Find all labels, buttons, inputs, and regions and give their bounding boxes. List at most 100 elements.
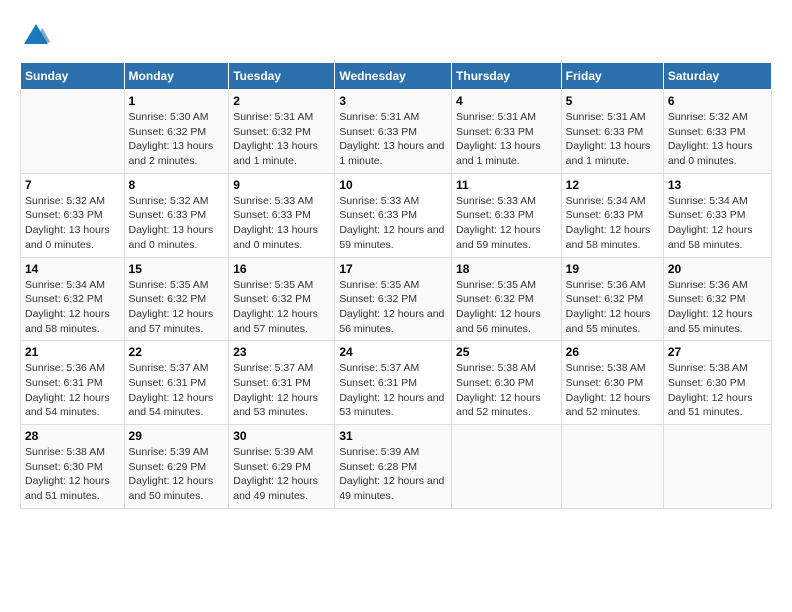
sunset-text: Sunset: 6:33 PM [668,208,767,223]
day-cell: 2Sunrise: 5:31 AMSunset: 6:32 PMDaylight… [229,90,335,174]
daylight-text: Daylight: 13 hours and 1 minute. [233,139,330,168]
day-info: Sunrise: 5:34 AMSunset: 6:33 PMDaylight:… [566,194,659,253]
sunset-text: Sunset: 6:33 PM [566,125,659,140]
sunset-text: Sunset: 6:30 PM [668,376,767,391]
day-number: 9 [233,178,330,192]
header-friday: Friday [561,63,663,90]
sunset-text: Sunset: 6:29 PM [129,460,225,475]
daylight-text: Daylight: 12 hours and 50 minutes. [129,474,225,503]
sunrise-text: Sunrise: 5:35 AM [456,278,557,293]
sunrise-text: Sunrise: 5:38 AM [25,445,120,460]
day-info: Sunrise: 5:39 AMSunset: 6:29 PMDaylight:… [233,445,330,504]
day-info: Sunrise: 5:37 AMSunset: 6:31 PMDaylight:… [233,361,330,420]
calendar-header-row: SundayMondayTuesdayWednesdayThursdayFrid… [21,63,772,90]
day-info: Sunrise: 5:38 AMSunset: 6:30 PMDaylight:… [566,361,659,420]
day-cell [663,425,771,509]
day-info: Sunrise: 5:36 AMSunset: 6:31 PMDaylight:… [25,361,120,420]
day-info: Sunrise: 5:37 AMSunset: 6:31 PMDaylight:… [129,361,225,420]
daylight-text: Daylight: 12 hours and 49 minutes. [339,474,447,503]
sunset-text: Sunset: 6:33 PM [566,208,659,223]
day-cell: 17Sunrise: 5:35 AMSunset: 6:32 PMDayligh… [335,257,452,341]
day-info: Sunrise: 5:35 AMSunset: 6:32 PMDaylight:… [456,278,557,337]
day-number: 29 [129,429,225,443]
day-info: Sunrise: 5:38 AMSunset: 6:30 PMDaylight:… [668,361,767,420]
sunrise-text: Sunrise: 5:38 AM [668,361,767,376]
day-info: Sunrise: 5:30 AMSunset: 6:32 PMDaylight:… [129,110,225,169]
sunrise-text: Sunrise: 5:35 AM [129,278,225,293]
day-number: 12 [566,178,659,192]
daylight-text: Daylight: 12 hours and 51 minutes. [668,391,767,420]
day-cell: 18Sunrise: 5:35 AMSunset: 6:32 PMDayligh… [452,257,562,341]
daylight-text: Daylight: 12 hours and 59 minutes. [339,223,447,252]
day-number: 28 [25,429,120,443]
day-info: Sunrise: 5:32 AMSunset: 6:33 PMDaylight:… [668,110,767,169]
daylight-text: Daylight: 12 hours and 57 minutes. [129,307,225,336]
sunset-text: Sunset: 6:31 PM [129,376,225,391]
sunrise-text: Sunrise: 5:39 AM [339,445,447,460]
header-tuesday: Tuesday [229,63,335,90]
day-cell: 7Sunrise: 5:32 AMSunset: 6:33 PMDaylight… [21,173,125,257]
daylight-text: Daylight: 12 hours and 54 minutes. [129,391,225,420]
daylight-text: Daylight: 12 hours and 57 minutes. [233,307,330,336]
day-cell: 16Sunrise: 5:35 AMSunset: 6:32 PMDayligh… [229,257,335,341]
day-number: 31 [339,429,447,443]
daylight-text: Daylight: 12 hours and 58 minutes. [25,307,120,336]
day-info: Sunrise: 5:34 AMSunset: 6:33 PMDaylight:… [668,194,767,253]
day-info: Sunrise: 5:32 AMSunset: 6:33 PMDaylight:… [129,194,225,253]
day-cell: 28 Sunrise: 5:38 AMSunset: 6:30 PMDayligh… [21,425,125,509]
daylight-text: Daylight: 12 hours and 53 minutes. [339,391,447,420]
daylight-text: Daylight: 12 hours and 59 minutes. [456,223,557,252]
sunrise-text: Sunrise: 5:36 AM [668,278,767,293]
daylight-text: Daylight: 13 hours and 0 minutes. [129,223,225,252]
day-cell: 12 Sunrise: 5:34 AMSunset: 6:33 PMDayligh… [561,173,663,257]
logo-icon [20,20,52,52]
day-cell [452,425,562,509]
day-cell: 9 Sunrise: 5:33 AMSunset: 6:33 PMDaylight… [229,173,335,257]
sunset-text: Sunset: 6:32 PM [668,292,767,307]
day-number: 11 [456,178,557,192]
sunset-text: Sunset: 6:32 PM [456,292,557,307]
day-cell: 8Sunrise: 5:32 AMSunset: 6:33 PMDaylight… [124,173,229,257]
day-cell: 22Sunrise: 5:37 AMSunset: 6:31 PMDayligh… [124,341,229,425]
day-cell: 27Sunrise: 5:38 AMSunset: 6:30 PMDayligh… [663,341,771,425]
sunset-text: Sunset: 6:28 PM [339,460,447,475]
sunrise-text: Sunrise: 5:30 AM [129,110,225,125]
day-info: Sunrise: 5:35 AMSunset: 6:32 PMDaylight:… [233,278,330,337]
day-info: Sunrise: 5:34 AMSunset: 6:32 PMDaylight:… [25,278,120,337]
day-number: 6 [668,94,767,108]
day-number: 10 [339,178,447,192]
week-row-2: 7Sunrise: 5:32 AMSunset: 6:33 PMDaylight… [21,173,772,257]
daylight-text: Daylight: 13 hours and 0 minutes. [233,223,330,252]
day-info: Sunrise: 5:38 AMSunset: 6:30 PMDaylight:… [25,445,120,504]
day-number: 15 [129,262,225,276]
day-info: Sunrise: 5:33 AMSunset: 6:33 PMDaylight:… [339,194,447,253]
day-cell: 3Sunrise: 5:31 AMSunset: 6:33 PMDaylight… [335,90,452,174]
day-info: Sunrise: 5:38 AMSunset: 6:30 PMDaylight:… [456,361,557,420]
daylight-text: Daylight: 12 hours and 51 minutes. [25,474,120,503]
sunset-text: Sunset: 6:32 PM [129,125,225,140]
sunset-text: Sunset: 6:29 PM [233,460,330,475]
sunset-text: Sunset: 6:30 PM [456,376,557,391]
sunrise-text: Sunrise: 5:35 AM [233,278,330,293]
day-info: Sunrise: 5:39 AMSunset: 6:29 PMDaylight:… [129,445,225,504]
sunrise-text: Sunrise: 5:38 AM [456,361,557,376]
sunrise-text: Sunrise: 5:31 AM [233,110,330,125]
daylight-text: Daylight: 13 hours and 1 minute. [456,139,557,168]
day-info: Sunrise: 5:33 AMSunset: 6:33 PMDaylight:… [233,194,330,253]
day-cell: 11 Sunrise: 5:33 AMSunset: 6:33 PMDayligh… [452,173,562,257]
sunrise-text: Sunrise: 5:37 AM [129,361,225,376]
sunrise-text: Sunrise: 5:39 AM [233,445,330,460]
sunset-text: Sunset: 6:32 PM [25,292,120,307]
day-cell [21,90,125,174]
day-number: 14 [25,262,120,276]
sunrise-text: Sunrise: 5:33 AM [339,194,447,209]
header-monday: Monday [124,63,229,90]
sunset-text: Sunset: 6:33 PM [233,208,330,223]
day-info: Sunrise: 5:39 AMSunset: 6:28 PMDaylight:… [339,445,447,504]
sunset-text: Sunset: 6:32 PM [339,292,447,307]
day-number: 17 [339,262,447,276]
day-cell: 29 Sunrise: 5:39 AMSunset: 6:29 PMDayligh… [124,425,229,509]
daylight-text: Daylight: 12 hours and 56 minutes. [456,307,557,336]
day-number: 1 [129,94,225,108]
day-info: Sunrise: 5:33 AMSunset: 6:33 PMDaylight:… [456,194,557,253]
